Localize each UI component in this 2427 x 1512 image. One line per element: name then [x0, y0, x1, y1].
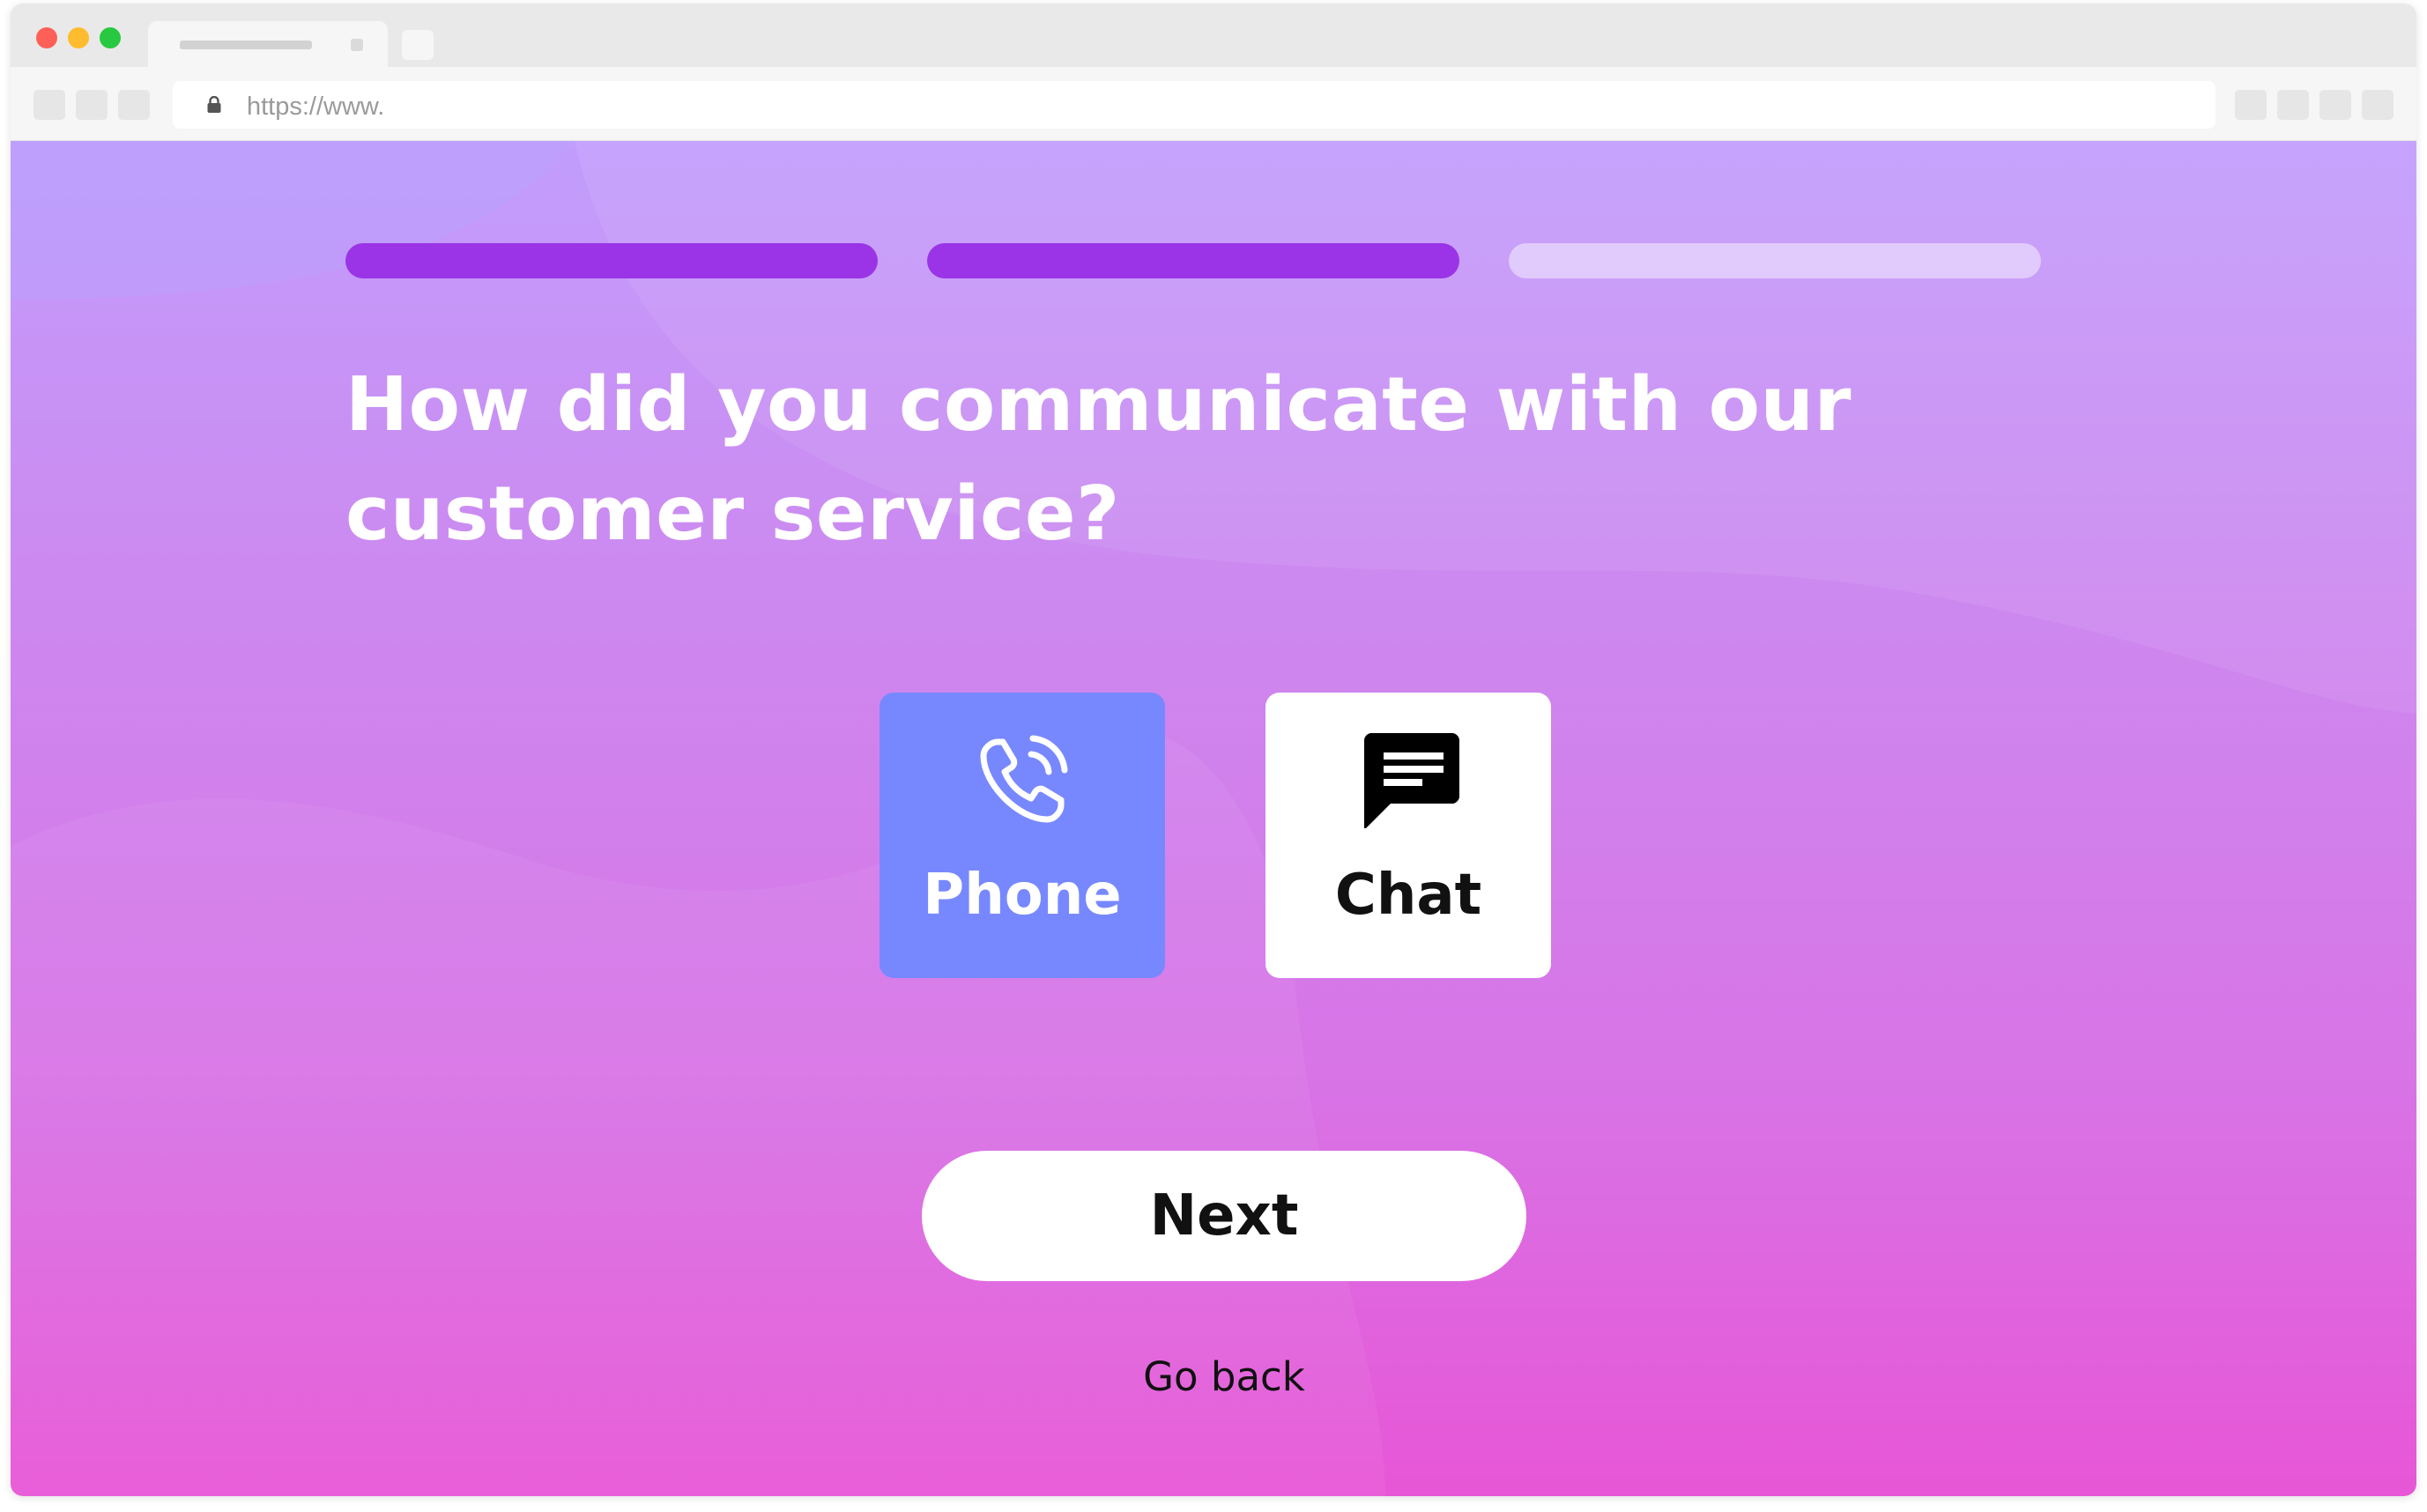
question-title: How did you communicate with our custome…	[345, 361, 1852, 558]
extension-icon[interactable]	[2277, 90, 2309, 120]
chat-bubble-icon	[1364, 733, 1459, 828]
next-button[interactable]: Next	[922, 1151, 1526, 1281]
tab-strip	[11, 4, 2416, 67]
browser-toolbar: https://www.	[11, 67, 2416, 141]
close-window-button[interactable]	[36, 27, 57, 48]
option-phone[interactable]: Phone	[880, 693, 1165, 978]
back-icon[interactable]	[33, 90, 65, 120]
progress-segment-1	[345, 243, 878, 278]
browser-tab[interactable]	[148, 21, 388, 67]
forward-icon[interactable]	[76, 90, 108, 120]
menu-icon[interactable]	[2362, 90, 2394, 120]
url-text: https://www.	[247, 93, 385, 121]
reload-icon[interactable]	[118, 90, 150, 120]
option-label-phone: Phone	[923, 863, 1122, 928]
browser-window: https://www. How did you communicate wit…	[11, 4, 2416, 1496]
go-back-link[interactable]: Go back	[960, 1353, 1488, 1400]
address-bar[interactable]: https://www.	[173, 81, 2215, 129]
option-chat[interactable]: Chat	[1265, 693, 1551, 978]
phone-icon	[980, 735, 1068, 823]
extension-icon[interactable]	[2235, 90, 2267, 120]
tab-title-placeholder	[180, 41, 312, 49]
progress-segment-3	[1509, 243, 2041, 278]
new-tab-button[interactable]	[402, 30, 434, 60]
survey-page: How did you communicate with our custome…	[11, 141, 2416, 1496]
lock-icon	[207, 96, 221, 113]
progress-segment-2	[927, 243, 1459, 278]
extension-icon[interactable]	[2319, 90, 2351, 120]
background-waves	[11, 141, 2416, 1496]
maximize-window-button[interactable]	[100, 27, 121, 48]
tab-close-icon[interactable]	[351, 39, 363, 51]
minimize-window-button[interactable]	[68, 27, 89, 48]
option-label-chat: Chat	[1334, 863, 1482, 928]
